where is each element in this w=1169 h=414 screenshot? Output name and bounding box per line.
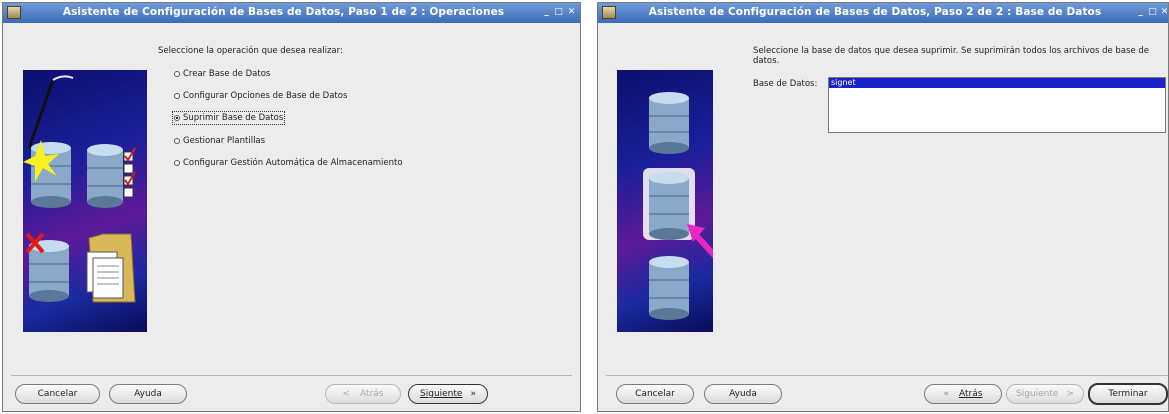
cancel-button[interactable]: Cancelar <box>15 384 100 404</box>
radio-button[interactable] <box>174 138 180 144</box>
wizard-illustration-art <box>643 92 713 320</box>
maximize-icon[interactable]: □ <box>1147 7 1158 18</box>
next-button[interactable]: Siguiente > <box>1006 384 1084 404</box>
option-label: Gestionar Plantillas <box>183 136 266 146</box>
title-bar[interactable]: Asistente de Configuración de Bases de D… <box>598 3 1168 23</box>
option-suprimir[interactable]: Suprimir Base de Datos <box>171 111 286 125</box>
wand-icon <box>27 79 55 149</box>
operation-prompt: Seleccione la operación que desea realiz… <box>158 46 343 56</box>
title-bar[interactable]: Asistente de Configuración de Bases de D… <box>3 3 580 23</box>
database-list-item-selected[interactable]: signet <box>829 78 1165 88</box>
option-label: Configurar Opciones de Base de Datos <box>183 91 348 101</box>
wizard-window-step2: Asistente de Configuración de Bases de D… <box>597 2 1169 412</box>
radio-button[interactable] <box>174 160 180 166</box>
database-icon <box>649 256 689 320</box>
radio-button-selected[interactable] <box>174 115 180 121</box>
next-arrow-icon: » <box>470 389 476 399</box>
wizard-illustration <box>23 70 147 332</box>
pointer-arrow-icon <box>687 224 713 259</box>
close-icon[interactable]: ✕ <box>566 7 577 18</box>
back-arrow-icon: < <box>342 389 351 399</box>
option-label: Suprimir Base de Datos <box>183 113 284 123</box>
back-button[interactable]: « Atrás <box>924 384 1002 404</box>
back-arrow-icon: « <box>943 389 950 399</box>
help-button[interactable]: Ayuda <box>109 384 187 404</box>
database-label: Base de Datos: <box>753 79 818 89</box>
next-label: Siguiente <box>1016 389 1059 399</box>
database-icon <box>649 92 689 154</box>
radio-button[interactable] <box>174 93 180 99</box>
option-configurar-almacenamiento[interactable]: Configurar Gestión Automática de Almacen… <box>174 158 403 168</box>
back-label: Atrás <box>360 389 384 399</box>
finish-button[interactable]: Terminar <box>1088 383 1168 405</box>
database-icon <box>649 172 689 240</box>
separator <box>11 375 572 376</box>
back-button[interactable]: < Atrás <box>325 384 401 404</box>
maximize-icon[interactable]: □ <box>553 7 564 18</box>
next-arrow-icon: > <box>1066 389 1074 399</box>
wizard-window-step1: Asistente de Configuración de Bases de D… <box>2 2 581 412</box>
window-title: Asistente de Configuración de Bases de D… <box>648 6 1102 18</box>
option-gestionar-plantillas[interactable]: Gestionar Plantillas <box>174 136 265 146</box>
database-icon <box>29 240 69 302</box>
window-title: Asistente de Configuración de Bases de D… <box>62 6 505 18</box>
app-icon[interactable] <box>602 6 616 19</box>
folder-icon <box>86 233 136 303</box>
close-icon[interactable]: ✕ <box>1159 7 1168 18</box>
minimize-icon[interactable]: _ <box>1135 7 1146 18</box>
app-icon[interactable] <box>7 6 21 19</box>
option-label: Configurar Gestión Automática de Almacen… <box>183 158 403 168</box>
help-button[interactable]: Ayuda <box>704 384 782 404</box>
separator <box>606 375 1168 376</box>
minimize-icon[interactable]: _ <box>541 7 552 18</box>
radio-button[interactable] <box>174 71 180 77</box>
database-list[interactable]: signet <box>828 77 1166 133</box>
next-button[interactable]: Siguiente » <box>408 384 488 404</box>
cancel-button[interactable]: Cancelar <box>616 384 694 404</box>
wizard-illustration <box>617 70 713 332</box>
option-crear[interactable]: Crear Base de Datos <box>174 69 270 79</box>
database-prompt: Seleccione la base de datos que desea su… <box>753 46 1150 66</box>
next-label: Siguiente <box>420 389 463 399</box>
back-label: Atrás <box>959 389 983 399</box>
checkbox-icon <box>123 147 136 198</box>
database-icon <box>87 144 123 208</box>
wizard-illustration-art <box>23 75 136 303</box>
option-label: Crear Base de Datos <box>183 69 271 79</box>
option-configurar-opciones[interactable]: Configurar Opciones de Base de Datos <box>174 91 347 101</box>
